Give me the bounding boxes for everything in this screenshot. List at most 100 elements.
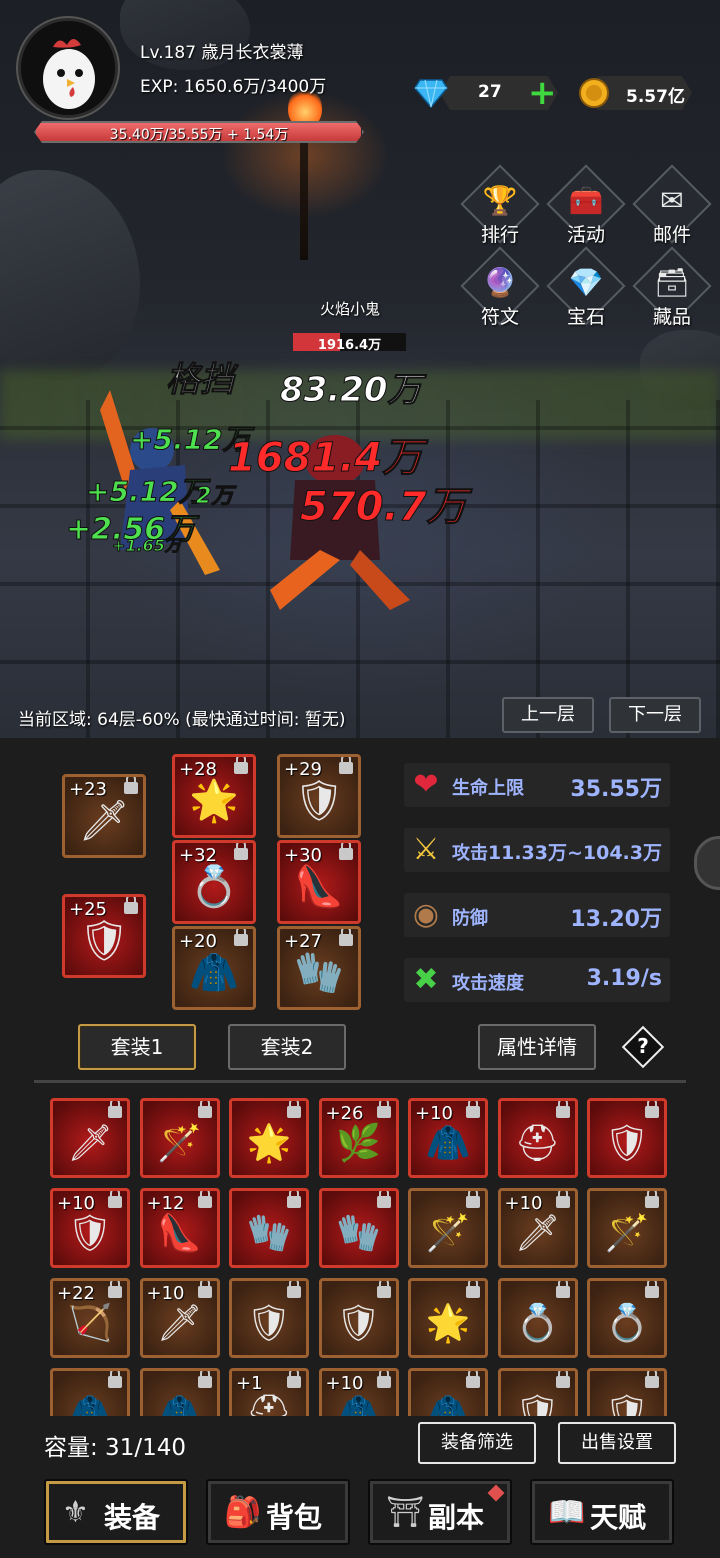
item-slot[interactable]: 🪄	[408, 1188, 488, 1268]
stat-value: 35.55万	[570, 777, 662, 802]
item-slot[interactable]: +27 🧤	[277, 926, 361, 1010]
white-hood-icon: 🧥	[67, 1393, 113, 1416]
item-slot[interactable]: +10 🧥	[408, 1098, 488, 1178]
menu-gems-button[interactable]: 💎 宝石	[546, 246, 626, 338]
item-slot[interactable]: 🪄	[587, 1188, 667, 1268]
item-slot[interactable]: +1 ⛑	[229, 1368, 309, 1416]
equipment-filter-button[interactable]: 装备筛选	[418, 1422, 536, 1464]
menu-label: 活动	[566, 224, 605, 246]
item-slot[interactable]: 🗡	[50, 1098, 130, 1178]
item-slot[interactable]: +22 🏹	[50, 1278, 130, 1358]
item-slot[interactable]: +12 👠	[139, 1188, 220, 1268]
backpack-icon: 🎒	[224, 1495, 262, 1530]
gold-armor-icon: 🛡	[293, 778, 345, 824]
item-slot[interactable]: 🧥	[408, 1368, 488, 1416]
tab-talent[interactable]: 📖 天赋	[530, 1479, 674, 1545]
heal-number: 2万	[195, 484, 234, 510]
sell-settings-button[interactable]: 出售设置	[558, 1422, 676, 1464]
menu-ranking-button[interactable]: 🏆 排行	[460, 164, 540, 256]
notification-dot	[487, 1484, 505, 1502]
tab-label: 天赋	[590, 1501, 647, 1534]
player-hp-text: 35.40万/35.55万 + 1.54万	[109, 127, 289, 143]
item-slot[interactable]: 🛡	[318, 1278, 399, 1358]
tab-equipment[interactable]: ⚜ 装备	[44, 1479, 188, 1545]
item-slot[interactable]: 💍	[497, 1278, 578, 1358]
tab-backpack[interactable]: 🎒 背包	[206, 1479, 350, 1545]
plate-armor-icon: 🛡	[604, 1393, 650, 1416]
stat-value: 13.20万	[570, 907, 662, 932]
item-slot[interactable]: 🌟	[229, 1098, 309, 1178]
menu-events-button[interactable]: 🧰 活动	[546, 164, 626, 256]
player-level-name: Lv.187 歳月长衣裳薄	[140, 43, 304, 63]
item-slot[interactable]: 🪄	[139, 1098, 220, 1178]
item-slot[interactable]: 🧤	[318, 1188, 399, 1268]
white-hood-icon: 🧥	[336, 1393, 381, 1416]
item-slot[interactable]: 💍	[587, 1278, 667, 1358]
item-slot[interactable]: 🛡	[587, 1368, 667, 1416]
crit-damage-number: 570.7万	[300, 484, 468, 531]
item-slot[interactable]: ⛑	[497, 1098, 578, 1178]
item-slot[interactable]: +30 👠	[277, 840, 361, 924]
stat-max-hp: ❤ 生命上限 35.55万	[404, 763, 670, 807]
enemy-hp-text: 1916.4万	[317, 338, 382, 353]
item-slot[interactable]: +32 💍	[172, 840, 256, 924]
attribute-details-button[interactable]: 属性详情	[478, 1024, 596, 1070]
stat-defense: ◉ 防御 13.20万	[404, 893, 670, 937]
black-glove-icon: 🧤	[336, 1213, 381, 1254]
add-gems-button[interactable]: +	[528, 76, 557, 110]
stat-label: 生命上限	[452, 778, 524, 799]
item-slot[interactable]: +10 🗡	[497, 1188, 578, 1268]
item-slot[interactable]: +23 🗡	[62, 774, 146, 858]
menu-runes-button[interactable]: 🔮 符文	[460, 246, 540, 338]
item-slot[interactable]: +25 🛡	[62, 894, 146, 978]
set-1-button[interactable]: 套装1	[78, 1024, 196, 1070]
inventory-capacity: 容量: 31/140	[44, 1435, 186, 1461]
menu-mail-button[interactable]: ✉ 邮件	[632, 164, 712, 256]
tab-label: 装备	[104, 1501, 161, 1534]
item-slot[interactable]: 🌟	[408, 1278, 488, 1358]
dungeon-gate-icon: ⛩	[386, 1495, 425, 1530]
prev-floor-button[interactable]: 上一层	[502, 697, 594, 733]
item-slot[interactable]: +10 🧥	[318, 1368, 399, 1416]
player-avatar[interactable]	[18, 18, 118, 118]
set-2-button[interactable]: 套装2	[228, 1024, 346, 1070]
item-slot[interactable]: +28 🌟	[172, 754, 256, 838]
item-slot[interactable]: 🛡	[587, 1098, 667, 1178]
round-shield-icon: ◉	[412, 897, 440, 932]
tab-dungeon[interactable]: ⛩ 副本	[368, 1479, 512, 1545]
gold-count: 5.57亿	[626, 87, 685, 107]
white-hood-icon: 🧥	[425, 1393, 471, 1416]
item-slot[interactable]: 🧥	[139, 1368, 220, 1416]
item-slot[interactable]: 🧤	[229, 1188, 309, 1268]
heal-number: +1.65万	[112, 536, 182, 556]
menu-label: 宝石	[566, 306, 605, 328]
white-hood-icon: 🧥	[189, 950, 239, 996]
rune-icon: 🔮	[482, 266, 518, 299]
menu-label: 符文	[480, 306, 519, 328]
item-slot[interactable]: 🧥	[50, 1368, 130, 1416]
round-shield-icon: 🛡	[246, 1303, 292, 1344]
staff-icon: 🪄	[157, 1123, 202, 1164]
item-slot[interactable]: +20 🧥	[172, 926, 256, 1010]
item-slot[interactable]: 🛡	[229, 1278, 309, 1358]
knight-helmet-icon: ⛑	[246, 1393, 292, 1416]
item-slot[interactable]: +26 🌿	[318, 1098, 399, 1178]
sword-icon: 🗡	[67, 1123, 113, 1164]
item-slot[interactable]: +29 🛡	[277, 754, 361, 838]
item-slot[interactable]: +10 🗡	[139, 1278, 220, 1358]
item-slot[interactable]: 🛡	[497, 1368, 578, 1416]
next-floor-button[interactable]: 下一层	[609, 697, 701, 733]
treasure-chest-icon: 🧰	[568, 184, 604, 217]
white-hood-icon: 🧥	[157, 1393, 202, 1416]
crest-shield-icon: 🛡	[335, 1303, 382, 1344]
enemy-name: 火焰小鬼	[319, 300, 380, 318]
menu-label: 藏品	[652, 306, 691, 328]
zone-info: 当前区域: 64层-60% (最快通过时间: 暂无)	[18, 710, 346, 730]
gold-armor-icon: 🛡	[514, 1393, 561, 1416]
battle-scene: Lv.187 歳月长衣裳薄 EXP: 1650.6万/3400万 35.40万/…	[0, 0, 720, 738]
bow-icon: 🏹	[67, 1303, 113, 1344]
help-button[interactable]: ?	[621, 1025, 665, 1069]
menu-collection-button[interactable]: 🗃 藏品	[632, 246, 712, 338]
inventory-grid: 🗡 🪄 🌟 +26 🌿 +10 🧥 ⛑ 🛡 +10 🛡 +12 👠 🧤 🧤 🪄 +10 🗡 🪄 +22 🏹 +10 🗡 🛡 🛡 🌟…	[0, 1094, 720, 1416]
item-slot[interactable]: +10 🛡	[50, 1188, 130, 1268]
